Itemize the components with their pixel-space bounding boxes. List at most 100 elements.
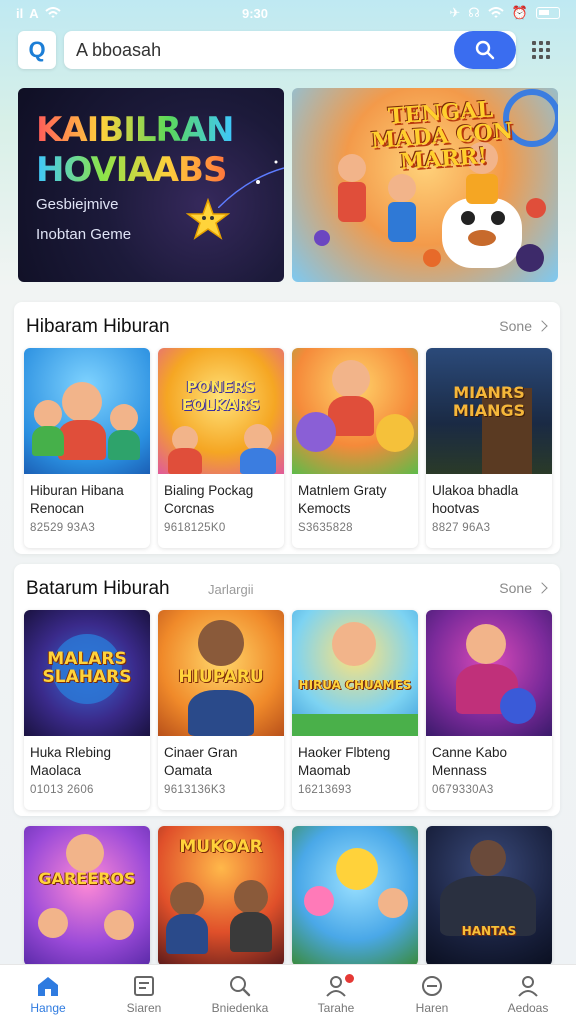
game-thumbnail: MIANRS MIANGS [426,348,552,474]
see-more-label: Sone [499,318,532,334]
game-card[interactable]: MUKOAR [158,826,284,966]
banner-left-subtitle-1: Gesbiejmive [36,196,119,213]
game-card[interactable]: GAREEROS [24,826,150,966]
nav-label: Tarahe [317,1000,355,1015]
game-meta: S3635828 [298,522,353,534]
section-batarum: Batarum Hiburah Jarlargii Sone MALARS SL… [14,564,560,816]
banner-left-line2: HOVIAABS [36,150,234,190]
thumbnail-label: PONERS EOLKARS [181,378,261,414]
app-logo-button[interactable]: Q [18,31,56,69]
sparkle-lines [218,160,284,208]
search-icon [230,975,251,996]
grid-menu-button[interactable] [524,31,558,69]
game-name: Haoker Flbteng Maomab [298,745,391,778]
game-thumbnail [24,348,150,474]
user-icon [518,975,538,997]
thumbnail-label: MIANRS MIANGS [452,383,526,420]
see-more-link[interactable]: Sone [499,580,548,596]
game-name: Bialing Pockag Corcnas [164,483,254,516]
game-card[interactable]: HIRUA CHUAMES Haoker Flbteng Maomab 1621… [292,610,418,810]
thumbnail-label: MALARS SLAHARS [42,649,132,687]
game-card[interactable]: HANTAS [426,826,552,966]
nfc-icon: ☊ [468,5,480,20]
game-thumbnail [426,610,552,736]
nav-label: Aedoas [507,1000,549,1015]
banner-left[interactable]: KAIBILRAN HOVIAABS Gesbiejmive Inobtan G… [18,88,284,282]
game-meta: 9618125K0 [164,522,226,534]
nav-item-account[interactable]: Aedoas [480,965,576,1024]
thumbnail-label: HIRUA CHUAMES [298,678,412,692]
game-meta: 01013 2606 [30,784,94,796]
section-tag: Jarlargii [208,582,254,597]
game-thumbnail [292,348,418,474]
game-name: Matnlem Graty Kemocts [298,483,387,516]
game-name: Cinaer Gran Oamata [164,745,238,778]
profile-badge-icon [324,971,356,997]
banner-left-line1: KAIBILRAN [36,110,234,150]
banner-left-subtitle-2: Inobtan Geme [36,226,132,243]
status-bar: il A 9:30 ✈ ☊ ⏰ [0,0,576,26]
game-name: Ulakoa bhadla hootvas [432,483,519,516]
section-hibaram: Hibaram Hiburan Sone Hiburan Hibana Reno… [14,302,560,554]
nav-label: Siaren [126,1000,162,1015]
game-thumbnail: MUKOAR [158,826,284,966]
thumbnail-label: MUKOAR [179,837,263,857]
game-card[interactable]: Canne Kabo Mennass 0679330A3 [426,610,552,810]
game-card[interactable] [292,826,418,966]
game-meta: 0679330A3 [432,784,494,796]
game-card[interactable]: MIANRS MIANGS Ulakoa bhadla hootvas 8827… [426,348,552,548]
carrier-label: A [29,5,39,21]
search-icon [475,40,495,60]
wifi-icon [44,7,61,18]
nav-item-home[interactable]: Hange [0,965,96,1024]
see-more-label: Sone [499,580,532,596]
section-more-games: GAREEROS MUKOAR HANTAS [14,826,560,966]
game-thumbnail: HIUPARU [158,610,284,736]
wifi-icon-right [488,7,504,18]
search-input[interactable]: A bboasah [64,31,516,69]
game-thumbnail: PONERS EOLKARS [158,348,284,474]
home-icon [38,976,58,996]
game-card[interactable]: Matnlem Graty Kemocts S3635828 [292,348,418,548]
see-more-link[interactable]: Sone [499,318,548,334]
battery-icon [535,7,560,19]
search-button[interactable] [454,31,516,69]
app-logo-icon: Q [28,37,46,62]
game-thumbnail: HANTAS [426,826,552,966]
game-name: Canne Kabo Mennass [432,745,508,778]
chevron-right-icon [536,582,548,594]
status-left: il A [16,6,61,21]
nav-item-search[interactable]: Bniedenka [192,965,288,1024]
nav-item-games[interactable]: Haren [384,965,480,1024]
gamepad-icon [422,975,442,996]
list-icon [134,975,154,996]
search-input-value: A bboasah [76,39,162,60]
game-meta: 8827 96A3 [432,522,491,534]
nav-item-list[interactable]: Siaren [96,965,192,1024]
game-meta: 16213693 [298,784,352,796]
game-card[interactable]: Hiburan Hibana Renocan 82529 93A3 [24,348,150,548]
banner-left-title: KAIBILRAN HOVIAABS [36,110,234,190]
signal-icon: il [16,5,24,21]
game-name: Hiburan Hibana Renocan [30,483,124,516]
nav-item-profile[interactable]: Tarahe [288,965,384,1024]
game-thumbnail: HIRUA CHUAMES [292,610,418,736]
game-thumbnail [292,826,418,966]
game-meta: 82529 93A3 [30,522,96,534]
status-right: ✈ ☊ ⏰ [449,5,560,21]
location-icon: ✈ [449,5,461,20]
game-card[interactable]: HIUPARU Cinaer Gran Oamata 9613136K3 [158,610,284,810]
thumbnail-label: HIUPARU [178,667,264,687]
alarm-icon: ⏰ [511,5,528,20]
chevron-right-icon [536,320,548,332]
section-title: Batarum Hiburah [26,578,170,599]
game-card[interactable]: PONERS EOLKARS Bialing Pockag Corcnas 96… [158,348,284,548]
status-time: 9:30 [241,5,268,21]
search-row: Q A bboasah [18,30,558,70]
notification-badge [343,971,356,985]
nav-label: Hange [30,1000,66,1015]
banner-right[interactable]: TENGAL MADA CON MARR! [292,88,558,282]
grid-icon [532,41,550,59]
nav-label: Bniedenka [211,1000,269,1015]
game-card[interactable]: MALARS SLAHARS Huka Rlebing Maolaca 0101… [24,610,150,810]
